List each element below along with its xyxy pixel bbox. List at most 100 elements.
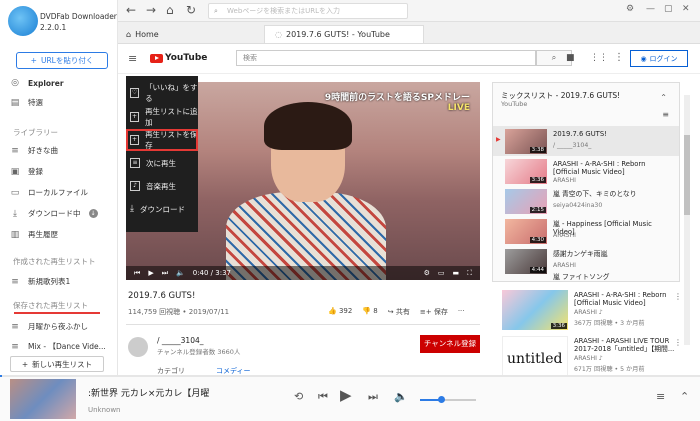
globe-icon: ◎ [11, 78, 19, 88]
collapse-icon[interactable]: ⌃ [680, 390, 689, 403]
new-playlist-button[interactable]: + 新しい再生リスト [10, 356, 104, 372]
recommended-video[interactable]: 3:36 ARASHI - A-RA-SHI : Reborn [Officia… [502, 290, 682, 332]
previous-icon[interactable]: ⏮ [318, 390, 328, 404]
sidebar: DVDFab Downloader 2.2.0.1 + URLを貼り付く ◎ E… [0, 0, 118, 375]
forward-arrow-icon[interactable]: → [146, 3, 156, 17]
miniplayer-icon[interactable]: ▭ [438, 269, 445, 277]
menu-music-play[interactable]: ♪ 音楽再生 [126, 175, 198, 197]
saved-playlist-item[interactable]: ≡ 月曜から夜ふかし [10, 321, 88, 332]
paste-url-button[interactable]: + URLを貼り付く [16, 52, 108, 69]
playlist-item[interactable]: 嵐 ファイトソング [493, 273, 679, 281]
playlist-thumbnail: 4:30 [505, 219, 547, 244]
playlist-item[interactable]: 4:30 嵐 - Happiness [Official Music Video… [493, 216, 679, 246]
chevron-up-icon[interactable]: ⌃ [660, 93, 667, 102]
highlight-underline [14, 312, 100, 314]
menu-add-label: 再生リストに追加 [145, 107, 198, 127]
playlist-item[interactable]: ▶ 3:38 2019.7.6 GUTS! / _____3104_ [493, 126, 679, 156]
save-button[interactable]: ≡+ 保存 [420, 307, 448, 317]
menu-add-to-playlist[interactable]: + 再生リストに追加 [126, 106, 198, 128]
menu-like[interactable]: ♡ 「いいね」をする [126, 82, 198, 104]
playlist-item-title: ARASHI - A-RA-SHI : Reborn [Official Mus… [553, 160, 646, 176]
app-title: DVDFab Downloader [40, 12, 117, 21]
playlist-item-title: 嵐 青空の下、キミのとなり [553, 190, 637, 198]
previous-icon[interactable]: ⏮ [134, 269, 140, 278]
playlist-item[interactable]: 2:15 嵐 青空の下、キミのとなり seiya0424ina30 [493, 186, 679, 216]
fullscreen-icon[interactable]: ⛶ [467, 269, 472, 278]
saved-playlist-item[interactable]: ≡ Mix - 【Dance Vide... [10, 341, 106, 352]
playlist-options-icon[interactable]: ≡ [662, 110, 669, 119]
scrollbar[interactable] [684, 95, 690, 345]
share-icon: ↪ [387, 308, 394, 316]
more-vert-icon[interactable]: ⋮ [674, 338, 682, 347]
refresh-icon[interactable]: ↻ [186, 3, 196, 17]
bottom-player: :新世界 元カレ×元カレ【月曜 Unknown ⟲ ⏮ ▶ ⏭ 🔈 ≡ ⌃ [0, 375, 700, 421]
nav-favorites[interactable]: ≡ 好きな曲 [10, 145, 58, 156]
playback-progress[interactable] [0, 375, 700, 377]
play-icon[interactable]: ▶ [340, 386, 352, 404]
settings-icon[interactable]: ⚙ [424, 269, 430, 277]
recommended-channel: ARASHI ♪ [574, 309, 603, 316]
app-logo [8, 6, 38, 36]
maximize-icon[interactable]: ▢ [664, 4, 673, 14]
repeat-icon[interactable]: ⟲ [294, 390, 303, 403]
app-name: DVDFab Downloader 2.2.0.1 [40, 11, 117, 33]
volume-icon[interactable]: 🔈 [394, 390, 408, 403]
menu-save-playlist[interactable]: + 再生リストを保存 [126, 129, 198, 151]
tab-home[interactable]: ⌂ Home [126, 25, 159, 43]
next-icon[interactable]: ⏭ [162, 269, 168, 278]
back-arrow-icon[interactable]: ← [126, 3, 136, 17]
created-playlist-item[interactable]: ≡ 新規歌列表1 [10, 276, 70, 287]
nav-downloading[interactable]: ⤓ ダウンロード中 ↓ [10, 208, 98, 219]
channel-avatar[interactable] [128, 337, 148, 357]
home-icon[interactable]: ⌂ [166, 3, 174, 17]
volume-knob[interactable] [438, 396, 445, 403]
scrollbar-thumb[interactable] [684, 135, 690, 215]
youtube-search-placeholder: 検索 [243, 54, 257, 62]
playlist-item-channel: ARASHI [553, 262, 576, 269]
menu-play-next[interactable]: ≡ 次に再生 [126, 152, 198, 174]
recommended-video[interactable]: untitled ARASHI - ARASHI LIVE TOUR 2017-… [502, 336, 682, 378]
playlist-item[interactable]: 4:44 感謝カンゲキ雨嵐 ARASHI [493, 246, 679, 276]
minimize-icon[interactable]: — [646, 4, 655, 14]
share-button[interactable]: ↪ 共有 [388, 307, 410, 317]
volume-fill [420, 399, 440, 401]
close-icon[interactable]: ✕ [682, 4, 690, 14]
theater-icon[interactable]: ▬ [452, 269, 459, 277]
download-badge-icon: ↓ [88, 209, 98, 218]
volume-icon[interactable]: 🔈 [176, 269, 185, 277]
download-icon: ⤓ [130, 204, 134, 214]
more-vert-icon[interactable]: ⋮ [674, 292, 682, 301]
settings-icon[interactable]: ⚙ [626, 4, 634, 14]
duration-badge: 2:15 [529, 207, 546, 213]
volume-slider[interactable] [420, 396, 476, 403]
menu-download[interactable]: ⤓ ダウンロード [126, 198, 198, 220]
address-bar[interactable]: ⌕ Webページを検索またはURLを入力 [208, 3, 408, 19]
nav-subscriptions[interactable]: ▣ 登録 [10, 166, 43, 177]
created-playlists-header: 作成された再生リストト [13, 257, 96, 266]
subscribe-button[interactable]: チャンネル登録 [420, 335, 480, 353]
apps-grid-icon[interactable]: ⋮⋮ [590, 53, 608, 63]
channel-name[interactable]: / _____3104_ [157, 336, 204, 345]
video-camera-icon[interactable]: ■ [566, 53, 575, 63]
dislike-button[interactable]: 👎 8 [362, 307, 377, 317]
playlist-item[interactable]: 3:36 ARASHI - A-RA-SHI : Reborn [Officia… [493, 156, 679, 186]
playlist-icon: ≡ [11, 276, 19, 287]
tab-youtube[interactable]: ◌ 2019.7.6 GUTS! - YouTube [264, 25, 424, 43]
more-icon[interactable]: ··· [458, 307, 465, 317]
nav-local-files[interactable]: ▭ ローカルファイル [10, 187, 88, 198]
plus-icon: + [30, 56, 37, 65]
like-button[interactable]: 👍 392 [328, 307, 352, 317]
login-button[interactable]: ◉ ログイン [630, 50, 688, 67]
playlist-queue-icon[interactable]: ≡ [656, 390, 665, 403]
nav-history[interactable]: ▥ 再生履歴 [10, 229, 58, 240]
nav-featured[interactable]: ▤ 特選 [10, 97, 43, 108]
play-icon[interactable]: ▶ [148, 269, 153, 277]
playlist-item-channel: ARASHI [553, 177, 576, 184]
youtube-logo[interactable]: YouTube [150, 53, 207, 63]
nav-explorer[interactable]: ◎ Explorer [10, 78, 63, 88]
hamburger-menu-icon[interactable]: ≡ [128, 52, 137, 65]
more-vert-icon[interactable]: ⋮ [614, 52, 624, 63]
youtube-search-input[interactable]: 検索 [236, 50, 536, 66]
next-icon[interactable]: ⏭ [368, 390, 378, 404]
player-thumbnail [10, 379, 76, 419]
